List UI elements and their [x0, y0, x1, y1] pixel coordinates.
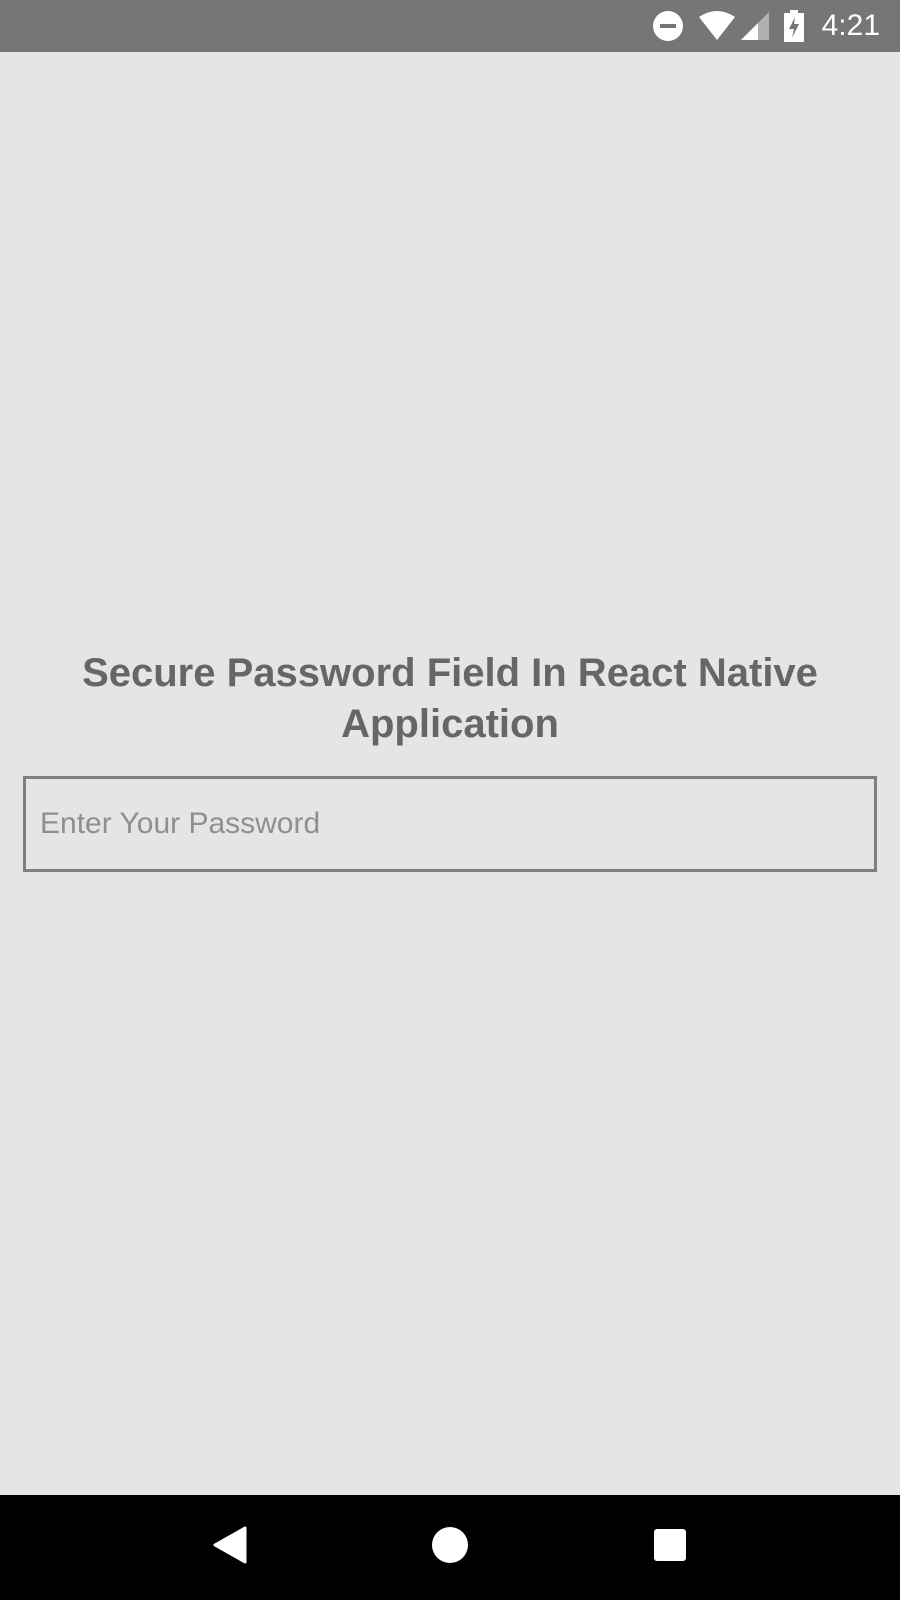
- home-icon: [431, 1526, 469, 1569]
- recents-button[interactable]: [630, 1508, 710, 1588]
- battery-charging-icon: [783, 10, 804, 42]
- status-time: 4:21: [821, 9, 880, 42]
- page-title: Secure Password Field In React Native Ap…: [82, 650, 818, 746]
- main-content: Secure Password Field In React Native Ap…: [0, 52, 900, 1495]
- password-input[interactable]: [23, 775, 877, 872]
- recents-icon: [653, 1528, 687, 1567]
- status-bar: 4:21: [0, 0, 900, 52]
- back-button[interactable]: [190, 1508, 270, 1588]
- navigation-bar: [0, 1495, 900, 1600]
- wifi-icon: [698, 11, 736, 41]
- back-icon: [213, 1526, 247, 1569]
- home-button[interactable]: [410, 1508, 490, 1588]
- cell-signal-icon: [740, 11, 770, 41]
- app-screen: 4:21 Secure Password Field In React Nati…: [0, 0, 900, 1600]
- do-not-disturb-icon: [652, 10, 684, 42]
